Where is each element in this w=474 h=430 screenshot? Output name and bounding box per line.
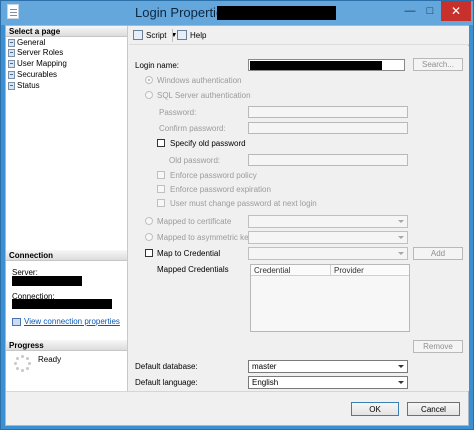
help-label: Help	[190, 30, 207, 40]
asymmetric-key-combo[interactable]	[248, 231, 408, 244]
connection-heading: Connection	[6, 250, 127, 261]
confirm-password-field[interactable]	[248, 122, 408, 134]
default-language-combo[interactable]: English	[248, 376, 408, 389]
progress-status: Ready	[38, 355, 62, 364]
page-item-general[interactable]: General	[8, 38, 45, 48]
cancel-button[interactable]: Cancel	[407, 402, 460, 416]
old-password-label: Old password:	[169, 156, 221, 165]
left-pane: Select a page General Server Roles User …	[6, 26, 128, 391]
help-button[interactable]: Help	[177, 30, 206, 40]
script-label: Script	[146, 30, 167, 40]
chevron-down-icon	[398, 220, 404, 223]
redacted-login-name	[250, 61, 382, 70]
mapped-to-certificate-label: Mapped to certificate	[157, 217, 232, 226]
page-item-status[interactable]: Status	[8, 81, 40, 91]
password-label: Password:	[159, 108, 197, 117]
mapped-credentials-grid[interactable]: Credential Provider	[250, 264, 410, 332]
grid-header: Credential Provider	[251, 265, 409, 276]
page-icon	[8, 39, 15, 47]
enforce-password-policy-label: Enforce password policy	[170, 171, 257, 180]
dialog-button-bar: OK Cancel	[6, 391, 468, 425]
page-item-label: Server Roles	[17, 48, 64, 57]
search-button[interactable]: Search...	[413, 58, 463, 71]
must-change-password-checkbox[interactable]	[157, 199, 165, 207]
mapped-credentials-label: Mapped Credentials	[157, 265, 229, 274]
maximize-button[interactable]: □	[420, 1, 440, 21]
sql-server-authentication-label: SQL Server authentication	[157, 91, 251, 100]
default-language-label: Default language:	[135, 378, 198, 387]
view-connection-properties-link[interactable]: View connection properties	[12, 317, 120, 326]
enforce-password-policy-checkbox[interactable]	[157, 171, 165, 179]
view-connection-properties-text[interactable]: View connection properties	[24, 317, 120, 326]
page-item-label: Status	[17, 81, 40, 90]
page-item-server-roles[interactable]: Server Roles	[8, 48, 63, 58]
page-item-label: User Mapping	[17, 59, 67, 68]
must-change-password-label: User must change password at next login	[170, 199, 317, 208]
page-icon	[8, 82, 15, 90]
chevron-down-icon	[398, 365, 404, 368]
certificate-combo[interactable]	[248, 215, 408, 228]
enforce-password-expiration-checkbox[interactable]	[157, 185, 165, 193]
specify-old-password-checkbox[interactable]	[157, 139, 165, 147]
specify-old-password-label: Specify old password	[170, 139, 246, 148]
page-icon	[8, 49, 15, 57]
default-database-label: Default database:	[135, 362, 198, 371]
enforce-password-expiration-label: Enforce password expiration	[170, 185, 271, 194]
progress-heading: Progress	[6, 340, 127, 351]
redacted-server-name	[12, 276, 82, 286]
mapped-to-asymmetric-key-radio[interactable]	[145, 233, 153, 241]
confirm-password-label: Confirm password:	[159, 124, 226, 133]
script-button[interactable]: Script ▼	[133, 30, 177, 40]
mapped-to-certificate-radio[interactable]	[145, 217, 153, 225]
redacted-connection-name	[12, 299, 112, 309]
title-bar[interactable]: Login Properties - — □ ✕	[1, 1, 473, 25]
sql-server-authentication-radio[interactable]	[145, 91, 153, 99]
connection-properties-icon	[12, 317, 21, 326]
page-item-label: General	[17, 38, 46, 47]
credential-column-header[interactable]: Credential	[251, 265, 331, 276]
page-item-user-mapping[interactable]: User Mapping	[8, 59, 67, 69]
remove-credential-button[interactable]: Remove	[413, 340, 463, 353]
ok-button[interactable]: OK	[351, 402, 399, 416]
mapped-to-asymmetric-key-label: Mapped to asymmetric key	[157, 233, 253, 242]
page-item-securables[interactable]: Securables	[8, 70, 57, 80]
map-to-credential-label: Map to Credential	[157, 249, 221, 258]
page-icon	[8, 60, 15, 68]
old-password-field[interactable]	[248, 154, 408, 166]
page-item-label: Securables	[17, 70, 58, 79]
page-icon	[8, 71, 15, 79]
provider-column-header[interactable]: Provider	[331, 265, 409, 276]
help-icon	[177, 30, 187, 40]
select-page-heading: Select a page	[6, 26, 127, 37]
script-icon	[133, 30, 143, 40]
general-page-form: Login name: Search... Windows authentica…	[129, 46, 469, 391]
app-document-icon	[7, 4, 19, 19]
toolbar: Script ▼ Help	[129, 26, 469, 45]
password-field[interactable]	[248, 106, 408, 118]
close-button[interactable]: ✕	[441, 1, 471, 21]
map-to-credential-checkbox[interactable]	[145, 249, 153, 257]
redacted-login-name-in-title	[217, 6, 336, 20]
toolbar-separator	[172, 29, 173, 42]
windows-authentication-radio[interactable]	[145, 76, 153, 84]
credential-combo[interactable]	[248, 247, 408, 260]
chevron-down-icon	[398, 236, 404, 239]
chevron-down-icon	[398, 381, 404, 384]
dialog-client-area: Select a page General Server Roles User …	[5, 25, 469, 426]
chevron-down-icon	[398, 252, 404, 255]
default-database-combo[interactable]: master	[248, 360, 408, 373]
default-database-value: master	[252, 362, 277, 371]
login-properties-window: Login Properties - — □ ✕ Select a page G…	[0, 0, 474, 430]
minimize-button[interactable]: —	[400, 1, 420, 21]
default-language-value: English	[252, 378, 279, 387]
login-name-label: Login name:	[135, 61, 180, 70]
progress-spinner-icon	[14, 355, 32, 373]
windows-authentication-label: Windows authentication	[157, 76, 242, 85]
add-credential-button[interactable]: Add	[413, 247, 463, 260]
